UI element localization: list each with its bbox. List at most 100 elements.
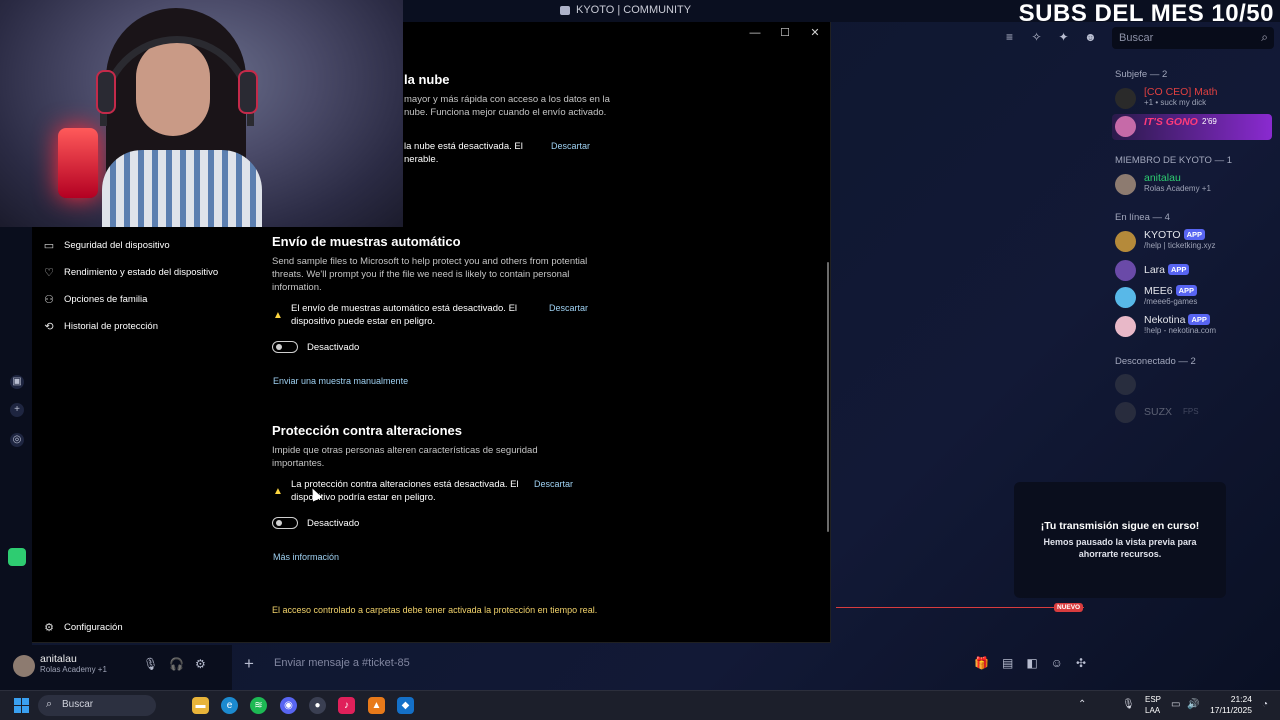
streamlabs-icon[interactable]: ▲ <box>368 697 385 714</box>
nav-protection-history[interactable]: ⟲ Historial de protección <box>42 318 242 338</box>
member-name: [CO CEO] Math <box>1144 86 1218 98</box>
gift-icon[interactable]: 🎁 <box>974 656 989 670</box>
sticker-icon[interactable]: ◧ <box>1026 656 1037 670</box>
member-item[interactable]: KYOTO APP /help | ticketking.xyz <box>1115 229 1275 255</box>
nav-label: Opciones de familia <box>64 294 148 305</box>
user-name: anitalau <box>40 653 77 665</box>
avatar <box>1115 374 1136 395</box>
samples-toggle-label: Desactivado <box>307 342 360 353</box>
add-server-icon[interactable]: + <box>10 403 24 417</box>
member-name: IT'S GONO <box>1144 116 1198 128</box>
discord-window-title: KYOTO | COMMUNITY <box>560 4 691 16</box>
samples-dismiss-link[interactable]: Descartar <box>549 303 588 313</box>
add-attachment-icon[interactable]: + <box>244 654 254 674</box>
tamper-description: Impide que otras personas alteren caract… <box>272 445 538 469</box>
tamper-dismiss-link[interactable]: Descartar <box>534 479 573 489</box>
tray-chevron-icon[interactable]: ⌃ <box>1078 699 1086 710</box>
member-name: anitalau <box>1144 172 1181 184</box>
member-name: Lara APP <box>1144 264 1190 276</box>
windows-start-icon[interactable] <box>14 698 29 713</box>
nav-settings[interactable]: ⚙ Configuración <box>42 619 242 639</box>
spotify-icon[interactable]: ≋ <box>250 697 267 714</box>
nav-device-performance[interactable]: ♡ Rendimiento y estado del dispositivo <box>42 264 242 284</box>
avatar <box>1115 287 1136 308</box>
member-item[interactable]: IT'S GONO 2'69 <box>1112 114 1272 140</box>
settings-gear-icon[interactable]: ⚙ <box>195 657 206 671</box>
notifications-icon[interactable]: ◔ <box>1262 699 1268 710</box>
member-list-icon[interactable]: ☻ <box>1083 30 1098 45</box>
message-input[interactable]: Enviar mensaje a #ticket-85 <box>274 657 410 669</box>
tamper-toggle[interactable] <box>272 517 298 529</box>
nav-family-options[interactable]: ⚇ Opciones de familia <box>42 291 242 311</box>
server-green-icon[interactable] <box>8 548 26 566</box>
member-item[interactable]: [CO CEO] Math +1 • suck my dick <box>1115 86 1275 112</box>
member-item[interactable]: Nekotina APP !help - nekotina.com <box>1115 314 1275 340</box>
notice-body: Hemos pausado la vista previa para ahorr… <box>1043 537 1197 559</box>
emoji-icon[interactable]: ☺ <box>1051 656 1063 670</box>
heart-icon: ♡ <box>44 267 54 279</box>
more-info-link[interactable]: Más información <box>273 552 339 562</box>
history-icon: ⟲ <box>44 321 54 333</box>
volume-icon[interactable]: 🔊 <box>1187 699 1199 710</box>
member-group-subjefe: Subjefe — 2 <box>1115 69 1168 80</box>
user-status: Rolas Academy +1 <box>40 665 107 674</box>
member-item[interactable]: Lara APP <box>1115 258 1275 284</box>
server-icon[interactable]: ▣ <box>10 375 24 389</box>
samples-warning-text: El envío de muestras automático está des… <box>291 303 518 327</box>
member-tag: 2'69 <box>1202 117 1217 126</box>
member-item[interactable] <box>1115 372 1275 398</box>
search-icon: ⌕ <box>1261 30 1268 44</box>
scrollbar[interactable] <box>827 262 829 532</box>
discord-window-title-text: KYOTO | COMMUNITY <box>576 4 692 16</box>
obs-icon[interactable]: ● <box>309 697 326 714</box>
member-name: KYOTO APP <box>1144 229 1205 241</box>
new-badge: NUEVO <box>1054 603 1084 612</box>
threads-icon[interactable]: ≡ <box>1002 30 1017 45</box>
explore-icon[interactable]: ◎ <box>10 433 24 447</box>
edge-icon[interactable]: e <box>221 697 238 714</box>
notification-bell-icon[interactable]: ✧ <box>1029 30 1044 45</box>
warning-icon: ▲ <box>273 486 283 497</box>
taskbar-clock[interactable]: 21:24 17/11/2025 <box>1210 694 1252 716</box>
tiktok-icon[interactable]: ♪ <box>338 697 355 714</box>
discord-icon[interactable]: ◉ <box>280 697 297 714</box>
file-explorer-icon[interactable]: ▬ <box>192 697 209 714</box>
server-logo-icon <box>560 5 570 15</box>
network-icon[interactable]: ▭ <box>1171 699 1180 710</box>
clock-time: 21:24 <box>1230 694 1252 704</box>
cloud-dismiss-link[interactable]: Descartar <box>551 141 590 151</box>
avatar <box>1115 260 1136 281</box>
nav-device-security[interactable]: ▭ Seguridad del dispositivo <box>42 237 242 257</box>
submit-sample-link[interactable]: Enviar una muestra manualmente <box>273 376 408 386</box>
taskbar: ⌕ Buscar ▬ e ≋ ◉ ● ♪ ▲ ◆ ⌃ 🎙 ESP LAA ▭ 🔊… <box>0 690 1280 720</box>
member-name: MEE6 APP <box>1144 285 1198 297</box>
tray-mic-icon[interactable]: 🎙 <box>1122 699 1135 710</box>
nav-label: Historial de protección <box>64 321 158 332</box>
member-item[interactable]: SUZX FPS <box>1115 400 1275 426</box>
samples-heading: Envío de muestras automático <box>272 234 461 249</box>
headphones-icon[interactable]: 🎧 <box>169 657 184 671</box>
member-item[interactable]: anitalau Rolas Academy +1 <box>1115 172 1275 198</box>
app-badge: APP <box>1168 264 1190 275</box>
samples-toggle[interactable] <box>272 341 298 353</box>
microphone-icon[interactable]: 🎙 <box>143 657 158 671</box>
apps-icon[interactable]: ✣ <box>1076 656 1086 670</box>
app-badge: APP <box>1183 229 1205 240</box>
avatar <box>1115 174 1136 195</box>
windows-security-icon[interactable]: ◆ <box>397 697 414 714</box>
avatar[interactable] <box>13 655 35 677</box>
red-lamp <box>58 128 98 198</box>
member-item[interactable]: MEE6 APP /meee6-games <box>1115 285 1275 311</box>
maximize-icon[interactable]: ☐ <box>770 22 800 44</box>
close-icon[interactable]: ✕ <box>800 22 830 44</box>
pin-icon[interactable]: ✦ <box>1056 30 1071 45</box>
member-group-miembro: MIEMBRO DE KYOTO — 1 <box>1115 155 1233 166</box>
discord-search-input[interactable]: Buscar ⌕ <box>1112 27 1274 49</box>
taskbar-search[interactable]: ⌕ Buscar <box>38 695 156 716</box>
input-language[interactable]: ESP LAA <box>1145 694 1161 716</box>
minimize-icon[interactable]: — <box>740 22 770 44</box>
monitor-icon: ▭ <box>43 240 55 252</box>
toggle-knob <box>276 520 282 526</box>
gif-icon[interactable]: ▤ <box>1002 656 1013 670</box>
channel-toolbar: ≡ ✧ ✦ ☻ <box>1002 30 1098 45</box>
